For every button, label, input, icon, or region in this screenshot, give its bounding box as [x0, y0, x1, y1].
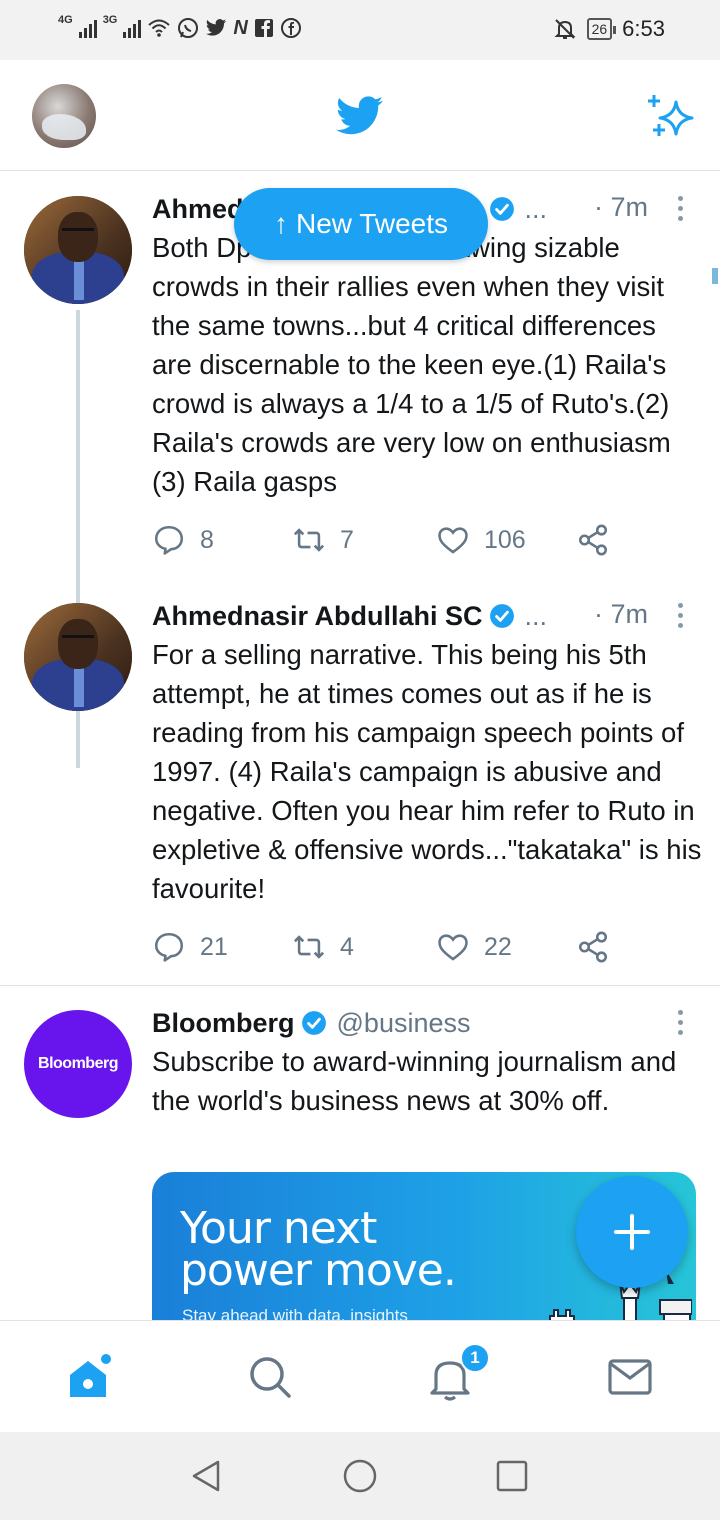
author-avatar[interactable]	[24, 196, 132, 304]
retweet-count: 4	[340, 932, 354, 961]
heart-icon	[438, 934, 468, 961]
like-button[interactable]: 22	[436, 927, 512, 967]
mute-bell-icon	[554, 19, 576, 39]
reply-button[interactable]: 21	[152, 927, 228, 967]
twitter-status-icon	[206, 19, 227, 36]
more-options-icon[interactable]	[674, 196, 686, 221]
arrow-up-icon: ↑	[274, 208, 288, 239]
network-type-2: 3G	[102, 14, 118, 26]
status-bar: 4G 3G N 26 6:53	[0, 0, 720, 60]
reply-count: 21	[200, 932, 228, 961]
more-options-icon[interactable]	[674, 1010, 686, 1035]
retweet-button[interactable]: 7	[292, 520, 354, 560]
tweet-divider	[0, 985, 720, 986]
reply-button[interactable]: 8	[152, 520, 214, 560]
plus-icon	[614, 1214, 650, 1250]
tweet-text: For a selling narrative. This being his …	[152, 639, 702, 904]
verified-badge-icon	[489, 604, 514, 628]
tweet-time: · 7m	[594, 599, 648, 629]
messages-icon[interactable]	[606, 1353, 654, 1401]
heart-icon	[438, 527, 468, 554]
compose-tweet-button[interactable]	[576, 1176, 688, 1288]
wifi-icon	[148, 19, 171, 37]
author-avatar[interactable]	[24, 603, 132, 711]
reply-icon	[154, 525, 184, 555]
tweet-header: Bloomberg @business	[152, 1006, 471, 1040]
bottom-nav: 1	[0, 1320, 720, 1432]
back-icon[interactable]	[188, 1458, 224, 1494]
scroll-indicator	[712, 268, 718, 284]
status-left: 4G 3G N	[58, 14, 302, 40]
system-nav-bar	[0, 1432, 720, 1520]
retweet-icon	[293, 935, 325, 959]
more-options-icon[interactable]	[674, 603, 686, 628]
verified-badge-icon	[489, 197, 514, 221]
new-tweets-button[interactable]: ↑ New Tweets	[234, 188, 488, 260]
share-button[interactable]	[576, 520, 610, 560]
like-button[interactable]: 106	[436, 520, 526, 560]
search-icon[interactable]	[246, 1353, 294, 1401]
tweet-header: Ahmednasir Abdullahi SC ...	[152, 599, 547, 633]
author-handle: @business	[336, 1007, 471, 1038]
author-name[interactable]: Ahmednasir Abdullahi SC	[152, 601, 483, 632]
whatsapp-icon	[178, 18, 199, 38]
tweet-actions: 21 4 22	[152, 927, 632, 967]
timeline[interactable]: Ahmednasir Abdullahi SC ... · 7m Both Dp…	[0, 172, 720, 1320]
twitter-bird-icon[interactable]	[336, 96, 384, 136]
retweet-count: 7	[340, 525, 354, 554]
status-right: 26 6:53	[553, 16, 665, 42]
author-name[interactable]: Bloomberg	[152, 1008, 295, 1039]
home-icon[interactable]	[66, 1353, 114, 1401]
share-icon	[578, 931, 608, 963]
tweet-time: · 7m	[594, 192, 648, 222]
promo-headline: Your next power move.	[180, 1203, 457, 1296]
tweet-actions: 8 7 106	[152, 520, 632, 560]
recents-icon[interactable]	[494, 1458, 530, 1494]
retweet-button[interactable]: 4	[292, 927, 354, 967]
reply-count: 8	[200, 525, 214, 554]
notification-badge: 1	[460, 1343, 490, 1373]
news-app-icon: N	[233, 17, 248, 39]
bloomberg-avatar[interactable]: Bloomberg	[24, 1010, 132, 1118]
like-count: 22	[484, 932, 512, 961]
share-icon	[578, 524, 608, 556]
facebook-circle-icon	[280, 18, 301, 38]
battery-icon: 26	[586, 18, 616, 40]
reply-icon	[154, 932, 184, 962]
retweet-icon	[293, 528, 325, 552]
profile-avatar[interactable]	[32, 84, 96, 148]
promo-subtitle: Stay ahead with data, insights	[182, 1306, 408, 1320]
sparkle-icon[interactable]	[646, 92, 696, 140]
network-type-1: 4G	[58, 14, 73, 26]
signal-icon	[78, 18, 97, 38]
share-button[interactable]	[576, 927, 610, 967]
signal-icon-2	[123, 18, 142, 38]
new-tweets-label: New Tweets	[296, 208, 448, 239]
tweet-text: Both Dp and Raila are drawing sizable cr…	[152, 232, 671, 497]
tweet-text: Subscribe to award-winning journalism an…	[152, 1046, 677, 1116]
like-count: 106	[484, 525, 526, 554]
status-time: 6:53	[622, 16, 665, 41]
facebook-icon	[254, 19, 273, 37]
name-overflow: ...	[524, 193, 548, 224]
app-header	[0, 60, 720, 171]
home-circle-icon[interactable]	[342, 1458, 378, 1494]
name-overflow: ...	[524, 600, 548, 631]
verified-badge-icon	[301, 1011, 326, 1035]
